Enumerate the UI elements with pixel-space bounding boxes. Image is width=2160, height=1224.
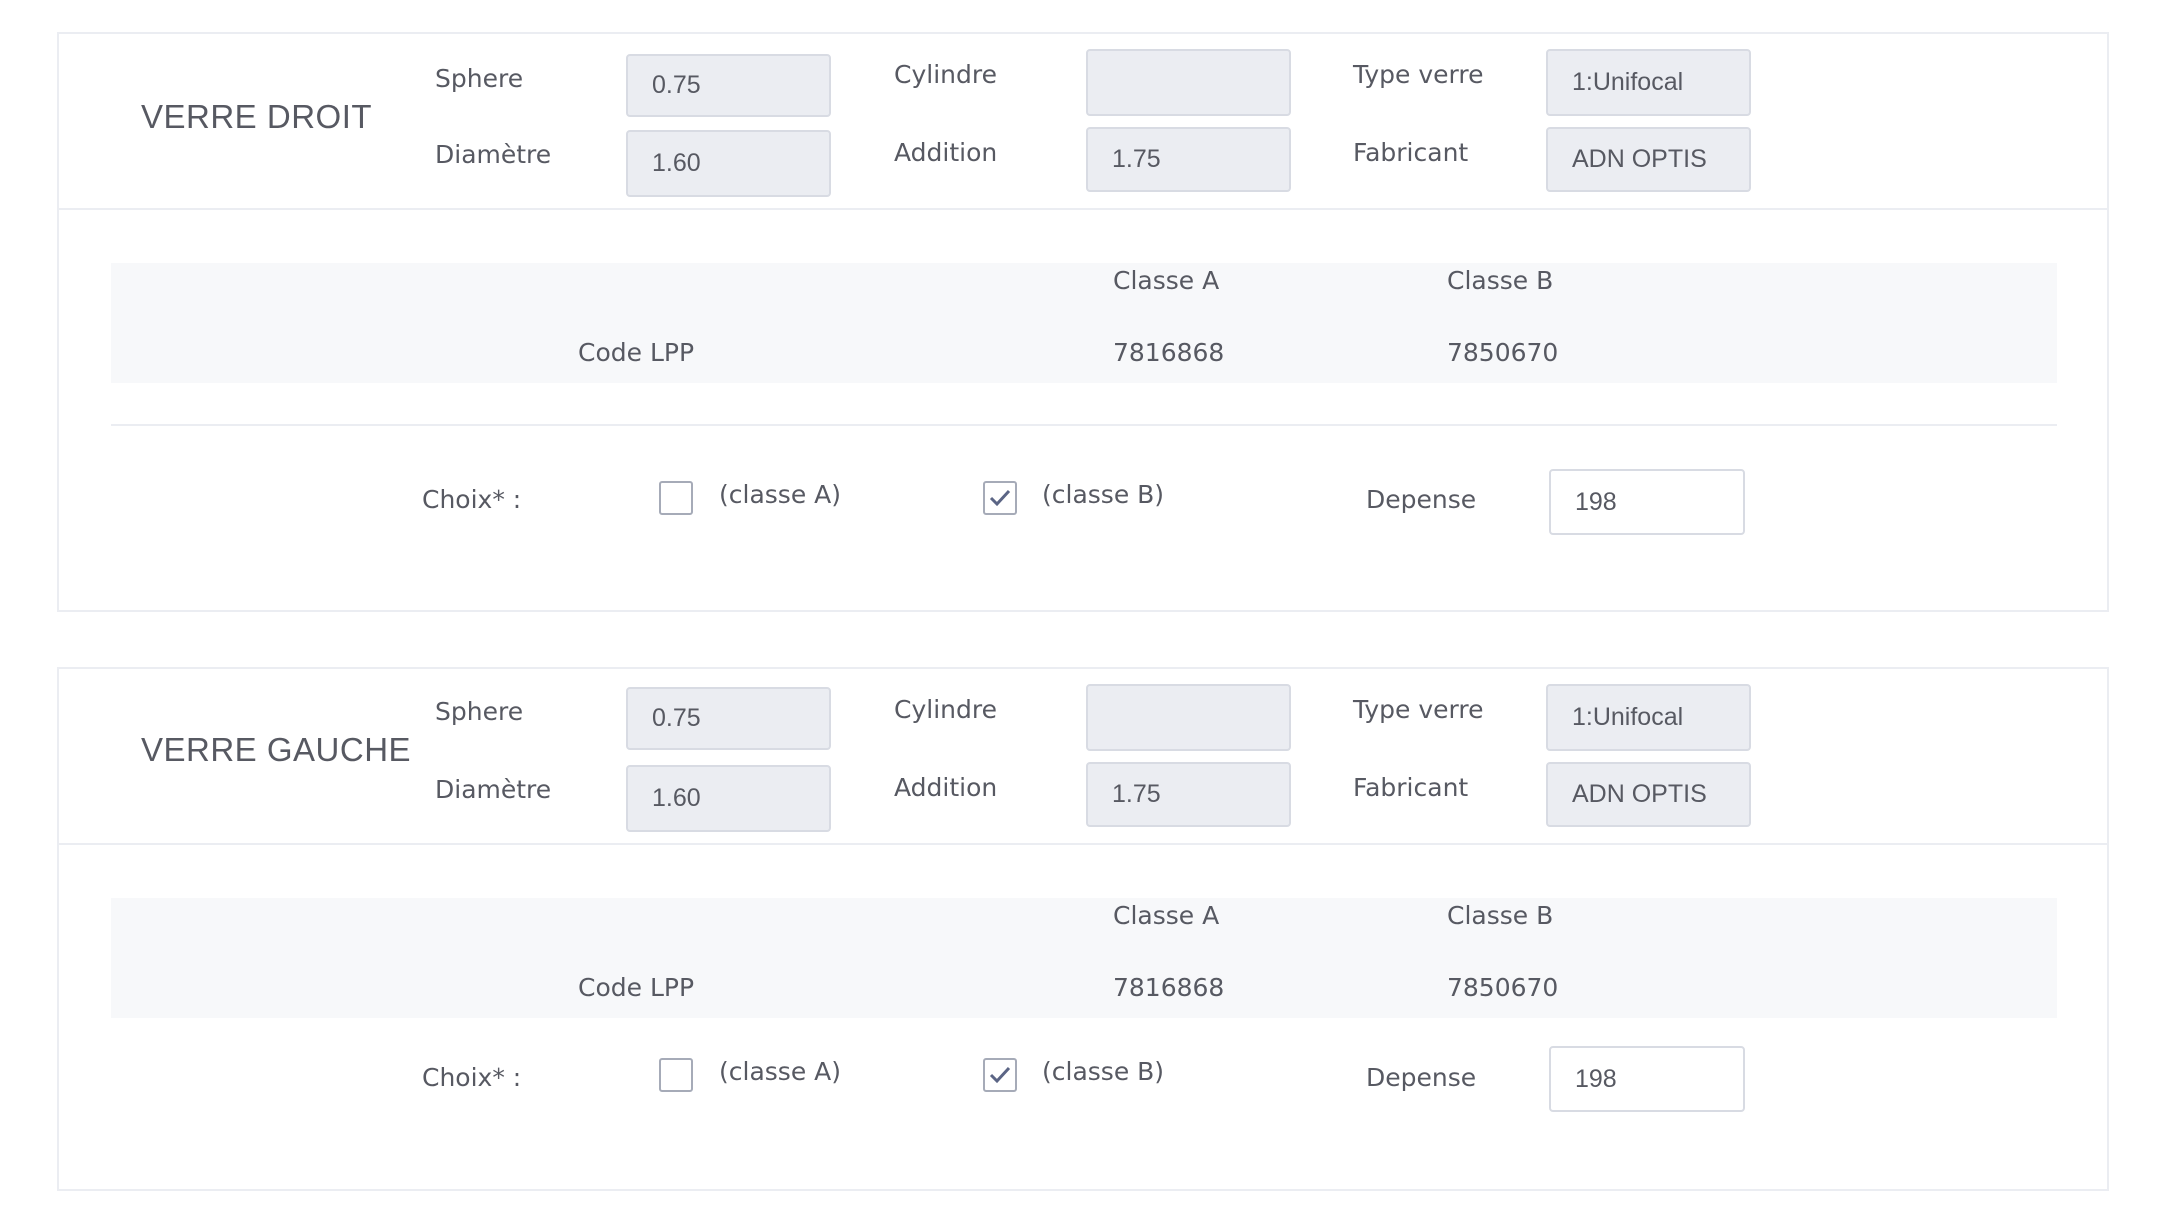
type-verre-label: Type verre bbox=[1353, 695, 1484, 724]
right-classe-a-header: Classe A bbox=[1113, 266, 1220, 295]
sphere-label: Sphere bbox=[435, 64, 524, 93]
left-type-verre-field[interactable]: 1:Unifocal bbox=[1546, 684, 1751, 751]
left-sphere-field[interactable]: 0.75 bbox=[626, 687, 831, 750]
right-sphere-field[interactable]: 0.75 bbox=[626, 54, 831, 117]
right-choix-label: Choix* : bbox=[422, 485, 522, 514]
left-lpp-classe-b: 7850670 bbox=[1447, 973, 1559, 1002]
left-classe-a-option: (classe A) bbox=[719, 1057, 841, 1086]
right-classe-a-option: (classe A) bbox=[719, 480, 841, 509]
addition-label: Addition bbox=[894, 773, 998, 802]
fabricant-label: Fabricant bbox=[1353, 773, 1469, 802]
left-lens-title: VERRE GAUCHE bbox=[141, 731, 412, 768]
left-lpp-classe-a: 7816868 bbox=[1113, 973, 1225, 1002]
checkmark-icon bbox=[989, 489, 1011, 507]
right-lpp-table bbox=[111, 263, 2057, 383]
left-lens-card: VERRE GAUCHE Sphere 0.75 Cylindre Type v… bbox=[57, 667, 2109, 1191]
left-lpp-table bbox=[111, 898, 2057, 1018]
right-classe-b-option: (classe B) bbox=[1042, 480, 1165, 509]
left-classe-a-header: Classe A bbox=[1113, 901, 1220, 930]
checkmark-icon bbox=[989, 1066, 1011, 1084]
cylindre-label: Cylindre bbox=[894, 695, 997, 724]
left-addition-field[interactable]: 1.75 bbox=[1086, 762, 1291, 827]
right-depense-input[interactable]: 198 bbox=[1549, 469, 1745, 535]
right-type-verre-field[interactable]: 1:Unifocal bbox=[1546, 49, 1751, 116]
left-choix-label: Choix* : bbox=[422, 1063, 522, 1092]
left-code-lpp-label: Code LPP bbox=[578, 973, 695, 1002]
right-classe-a-checkbox[interactable] bbox=[659, 481, 693, 515]
right-classe-b-header: Classe B bbox=[1447, 266, 1554, 295]
diametre-label: Diamètre bbox=[435, 775, 552, 804]
right-divider bbox=[111, 424, 2057, 426]
right-addition-field[interactable]: 1.75 bbox=[1086, 127, 1291, 192]
addition-label: Addition bbox=[894, 138, 998, 167]
left-depense-label: Depense bbox=[1366, 1063, 1477, 1092]
right-code-lpp-label: Code LPP bbox=[578, 338, 695, 367]
sphere-label: Sphere bbox=[435, 697, 524, 726]
right-lens-title: VERRE DROIT bbox=[141, 98, 373, 135]
cylindre-label: Cylindre bbox=[894, 60, 997, 89]
right-lpp-classe-b: 7850670 bbox=[1447, 338, 1559, 367]
type-verre-label: Type verre bbox=[1353, 60, 1484, 89]
right-classe-b-checkbox[interactable] bbox=[983, 481, 1017, 515]
left-classe-b-option: (classe B) bbox=[1042, 1057, 1165, 1086]
diametre-label: Diamètre bbox=[435, 140, 552, 169]
left-classe-b-checkbox[interactable] bbox=[983, 1058, 1017, 1092]
right-depense-label: Depense bbox=[1366, 485, 1477, 514]
left-fabricant-field[interactable]: ADN OPTIS bbox=[1546, 762, 1751, 827]
right-fabricant-field[interactable]: ADN OPTIS bbox=[1546, 127, 1751, 192]
left-classe-a-checkbox[interactable] bbox=[659, 1058, 693, 1092]
left-cylindre-field[interactable] bbox=[1086, 684, 1291, 751]
fabricant-label: Fabricant bbox=[1353, 138, 1469, 167]
right-diametre-field[interactable]: 1.60 bbox=[626, 130, 831, 197]
left-depense-input[interactable]: 198 bbox=[1549, 1046, 1745, 1112]
left-classe-b-header: Classe B bbox=[1447, 901, 1554, 930]
right-lpp-classe-a: 7816868 bbox=[1113, 338, 1225, 367]
left-diametre-field[interactable]: 1.60 bbox=[626, 765, 831, 832]
right-cylindre-field[interactable] bbox=[1086, 49, 1291, 116]
right-lens-card: VERRE DROIT Sphere 0.75 Cylindre Type ve… bbox=[57, 32, 2109, 612]
